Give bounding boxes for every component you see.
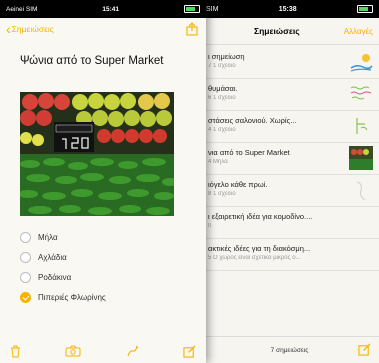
drawing-thumbnail-icon [350,54,373,72]
note-subtitle: 7 1 σχέδιο [208,63,236,69]
bottom-toolbar [0,339,206,363]
note-subtitle: 5 Ο χώρος είναι σχετικά μικρός ό... [208,255,301,261]
sketch-thumbnail-icon [356,118,368,134]
note-subtitle: 4 Μήλα [208,159,228,165]
compose-icon[interactable] [358,343,371,356]
note-title: ι σημείωση [208,52,245,61]
note-row[interactable]: ιόγελο κάθε πρωί. 8 1 σχέδιο [200,174,379,207]
status-time: 15:38 [278,5,297,13]
note-title: νια από το Super Market [208,148,290,157]
sketch-thumbnail-icon [356,181,366,201]
compose-icon[interactable] [183,344,196,358]
checklist-label: Αχλάδια [38,252,67,262]
checkbox-icon[interactable] [20,271,31,283]
back-label: Σημειώσεις [11,24,54,34]
checkbox-icon[interactable] [20,231,31,243]
share-icon[interactable] [186,22,198,36]
chevron-left-icon: ‹ [6,21,11,37]
vegetables-photo-thumbnail-icon [349,146,373,170]
note-subtitle: 4 1 σχέδιο [208,127,236,133]
battery-icon [184,5,200,13]
note-title: ακτικές ιδέες για τη διακόσμη... [208,244,311,253]
note-row[interactable]: θυμάσαι. 6 1 σχέδιο [200,78,379,111]
note-title: ι εξαιρετική ιδέα για κομοδίνο.... [208,212,313,221]
checked-checkbox-icon[interactable] [20,291,31,303]
checklist-item[interactable]: Αχλάδια [20,250,67,264]
checklist-label: Πιπεριές Φλωρίνης [38,292,106,302]
handwriting-thumbnail-icon [350,86,372,100]
checklist-label: Μήλα [38,232,58,242]
notes-list-screen: SIM 15:38 Σημειώσεις Αλλαγές ι σημείωση … [200,0,379,363]
status-bar: SIM 15:38 [200,0,379,18]
page-title: Σημειώσεις [254,26,300,36]
notes-count: 7 σημειώσεις [270,346,309,354]
back-button[interactable]: ‹ Σημειώσεις [6,21,54,37]
trash-icon[interactable] [10,345,21,358]
note-title: ιόγελο κάθε πρωί. [208,180,268,189]
note-row[interactable]: ι εξαιρετική ιδέα για κομοδίνο.... 0 [200,206,379,239]
carrier-label: Aeinei SIM [6,5,38,13]
nav-bar: ‹ Σημειώσεις [0,18,206,40]
note-title[interactable]: Ψώνια από το Super Market [20,54,190,68]
checklist-item[interactable]: Ροδάκινα [20,270,71,284]
battery-icon [356,5,373,13]
nav-bar: Σημειώσεις Αλλαγές [200,18,379,45]
checklist-item[interactable]: Πιπεριές Φλωρίνης [20,290,106,304]
carrier-label: SIM [206,5,219,13]
checkbox-icon[interactable] [20,251,31,263]
vegetables-photo[interactable] [20,92,174,216]
sketch-pen-icon[interactable] [126,345,139,358]
bottom-toolbar: 7 σημειώσεις [200,336,379,363]
note-title: θυμάσαι. [208,84,238,93]
camera-icon[interactable] [65,345,81,357]
edit-button[interactable]: Αλλαγές [344,27,373,36]
note-detail-screen: Aeinei SIM 15:41 ‹ Σημειώσεις Ψώνια από … [0,0,206,363]
note-row[interactable]: ακτικές ιδέες για τη διακόσμη... 5 Ο χώρ… [200,238,379,271]
note-row[interactable]: νια από το Super Market 4 Μήλα [200,142,379,175]
note-subtitle: 0 [208,223,212,229]
note-subtitle: 8 1 σχέδιο [208,191,236,197]
note-row[interactable]: ι σημείωση 7 1 σχέδιο [200,46,379,79]
note-subtitle: 6 1 σχέδιο [208,95,236,101]
status-time: 15:41 [102,5,120,13]
status-bar: Aeinei SIM 15:41 [0,0,206,18]
checklist-item[interactable]: Μήλα [20,230,58,244]
checklist-label: Ροδάκινα [38,272,72,282]
note-title: στάσεις σαλονιού. Χωρίς... [208,116,297,125]
note-row[interactable]: στάσεις σαλονιού. Χωρίς... 4 1 σχέδιο [200,110,379,143]
